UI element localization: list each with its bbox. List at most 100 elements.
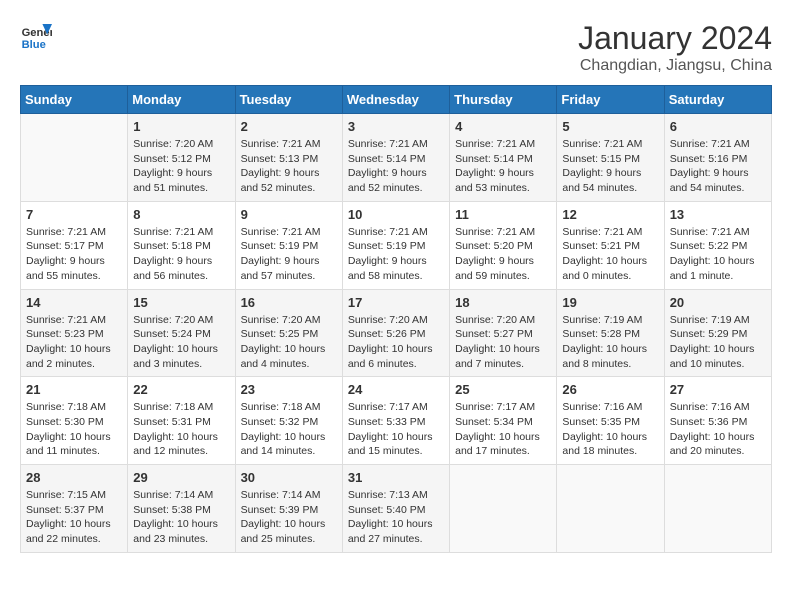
day-info: Sunrise: 7:20 AMSunset: 5:26 PMDaylight:… xyxy=(348,313,444,372)
calendar-week-row: 7 Sunrise: 7:21 AMSunset: 5:17 PMDaylight… xyxy=(21,201,772,289)
day-number: 9 xyxy=(241,207,337,222)
day-info: Sunrise: 7:20 AMSunset: 5:27 PMDaylight:… xyxy=(455,313,551,372)
logo: General Blue xyxy=(20,20,52,52)
day-number: 21 xyxy=(26,382,122,397)
day-info: Sunrise: 7:21 AMSunset: 5:20 PMDaylight:… xyxy=(455,225,551,284)
day-info: Sunrise: 7:17 AMSunset: 5:33 PMDaylight:… xyxy=(348,400,444,459)
calendar-table: SundayMondayTuesdayWednesdayThursdayFrid… xyxy=(20,85,772,553)
day-info: Sunrise: 7:21 AMSunset: 5:19 PMDaylight:… xyxy=(348,225,444,284)
day-number: 20 xyxy=(670,295,766,310)
day-number: 16 xyxy=(241,295,337,310)
weekday-header-cell: Thursday xyxy=(450,86,557,114)
calendar-cell: 1Sunrise: 7:20 AMSunset: 5:12 PMDaylight… xyxy=(128,114,235,202)
calendar-cell: 5 Sunrise: 7:21 AMSunset: 5:15 PMDaylight… xyxy=(557,114,664,202)
weekday-header-cell: Sunday xyxy=(21,86,128,114)
day-info: Sunrise: 7:19 AMSunset: 5:28 PMDaylight:… xyxy=(562,313,658,372)
calendar-cell: 13 Sunrise: 7:21 AMSunset: 5:22 PMDayligh… xyxy=(664,201,771,289)
calendar-cell: 11Sunrise: 7:21 AMSunset: 5:20 PMDayligh… xyxy=(450,201,557,289)
calendar-cell: 30 Sunrise: 7:14 AMSunset: 5:39 PMDayligh… xyxy=(235,465,342,553)
weekday-header-cell: Tuesday xyxy=(235,86,342,114)
calendar-cell: 19 Sunrise: 7:19 AMSunset: 5:28 PMDayligh… xyxy=(557,289,664,377)
svg-text:Blue: Blue xyxy=(22,39,46,51)
weekday-header-row: SundayMondayTuesdayWednesdayThursdayFrid… xyxy=(21,86,772,114)
day-number: 22 xyxy=(133,382,229,397)
calendar-cell: 26 Sunrise: 7:16 AMSunset: 5:35 PMDayligh… xyxy=(557,377,664,465)
day-info: Sunrise: 7:21 AMSunset: 5:13 PMDaylight:… xyxy=(241,137,337,196)
day-number: 26 xyxy=(562,382,658,397)
day-number: 4 xyxy=(455,119,551,134)
day-info: Sunrise: 7:21 AMSunset: 5:14 PMDaylight:… xyxy=(455,137,551,196)
page-header: General Blue January 2024 Changdian, Jia… xyxy=(20,20,772,75)
calendar-cell xyxy=(21,114,128,202)
day-info: Sunrise: 7:16 AMSunset: 5:35 PMDaylight:… xyxy=(562,400,658,459)
calendar-cell xyxy=(664,465,771,553)
day-number: 14 xyxy=(26,295,122,310)
day-number: 3 xyxy=(348,119,444,134)
day-number: 1 xyxy=(133,119,229,134)
day-number: 27 xyxy=(670,382,766,397)
weekday-header-cell: Monday xyxy=(128,86,235,114)
calendar-cell: 28 Sunrise: 7:15 AMSunset: 5:37 PMDayligh… xyxy=(21,465,128,553)
day-info: Sunrise: 7:21 AMSunset: 5:14 PMDaylight:… xyxy=(348,137,444,196)
calendar-cell: 29Sunrise: 7:14 AMSunset: 5:38 PMDayligh… xyxy=(128,465,235,553)
calendar-cell: 8Sunrise: 7:21 AMSunset: 5:18 PMDaylight… xyxy=(128,201,235,289)
day-info: Sunrise: 7:21 AMSunset: 5:21 PMDaylight:… xyxy=(562,225,658,284)
calendar-cell: 7 Sunrise: 7:21 AMSunset: 5:17 PMDaylight… xyxy=(21,201,128,289)
month-title: January 2024 xyxy=(578,20,772,57)
calendar-cell: 10Sunrise: 7:21 AMSunset: 5:19 PMDayligh… xyxy=(342,201,449,289)
calendar-cell: 24 Sunrise: 7:17 AMSunset: 5:33 PMDayligh… xyxy=(342,377,449,465)
calendar-cell: 25 Sunrise: 7:17 AMSunset: 5:34 PMDayligh… xyxy=(450,377,557,465)
calendar-cell: 12 Sunrise: 7:21 AMSunset: 5:21 PMDayligh… xyxy=(557,201,664,289)
calendar-week-row: 1Sunrise: 7:20 AMSunset: 5:12 PMDaylight… xyxy=(21,114,772,202)
day-number: 17 xyxy=(348,295,444,310)
calendar-cell: 15 Sunrise: 7:20 AMSunset: 5:24 PMDayligh… xyxy=(128,289,235,377)
day-number: 7 xyxy=(26,207,122,222)
weekday-header-cell: Wednesday xyxy=(342,86,449,114)
calendar-cell xyxy=(450,465,557,553)
day-number: 23 xyxy=(241,382,337,397)
day-info: Sunrise: 7:13 AMSunset: 5:40 PMDaylight:… xyxy=(348,488,444,547)
day-number: 19 xyxy=(562,295,658,310)
calendar-cell: 4 Sunrise: 7:21 AMSunset: 5:14 PMDaylight… xyxy=(450,114,557,202)
day-number: 5 xyxy=(562,119,658,134)
day-info: Sunrise: 7:21 AMSunset: 5:16 PMDaylight:… xyxy=(670,137,766,196)
calendar-cell: 27 Sunrise: 7:16 AMSunset: 5:36 PMDayligh… xyxy=(664,377,771,465)
calendar-cell: 20 Sunrise: 7:19 AMSunset: 5:29 PMDayligh… xyxy=(664,289,771,377)
calendar-cell: 3 Sunrise: 7:21 AMSunset: 5:14 PMDaylight… xyxy=(342,114,449,202)
day-info: Sunrise: 7:18 AMSunset: 5:32 PMDaylight:… xyxy=(241,400,337,459)
day-info: Sunrise: 7:21 AMSunset: 5:22 PMDaylight:… xyxy=(670,225,766,284)
day-info: Sunrise: 7:14 AMSunset: 5:39 PMDaylight:… xyxy=(241,488,337,547)
day-number: 24 xyxy=(348,382,444,397)
day-number: 28 xyxy=(26,470,122,485)
calendar-cell: 14Sunrise: 7:21 AMSunset: 5:23 PMDayligh… xyxy=(21,289,128,377)
calendar-cell: 22 Sunrise: 7:18 AMSunset: 5:31 PMDayligh… xyxy=(128,377,235,465)
day-info: Sunrise: 7:21 AMSunset: 5:15 PMDaylight:… xyxy=(562,137,658,196)
calendar-cell: 6 Sunrise: 7:21 AMSunset: 5:16 PMDaylight… xyxy=(664,114,771,202)
weekday-header-cell: Saturday xyxy=(664,86,771,114)
day-info: Sunrise: 7:21 AMSunset: 5:17 PMDaylight:… xyxy=(26,225,122,284)
calendar-week-row: 14Sunrise: 7:21 AMSunset: 5:23 PMDayligh… xyxy=(21,289,772,377)
day-info: Sunrise: 7:19 AMSunset: 5:29 PMDaylight:… xyxy=(670,313,766,372)
day-number: 25 xyxy=(455,382,551,397)
calendar-cell: 31Sunrise: 7:13 AMSunset: 5:40 PMDayligh… xyxy=(342,465,449,553)
day-info: Sunrise: 7:14 AMSunset: 5:38 PMDaylight:… xyxy=(133,488,229,547)
logo-icon: General Blue xyxy=(20,20,52,52)
day-info: Sunrise: 7:20 AMSunset: 5:24 PMDaylight:… xyxy=(133,313,229,372)
calendar-cell: 21 Sunrise: 7:18 AMSunset: 5:30 PMDayligh… xyxy=(21,377,128,465)
day-info: Sunrise: 7:16 AMSunset: 5:36 PMDaylight:… xyxy=(670,400,766,459)
day-number: 15 xyxy=(133,295,229,310)
calendar-cell: 16Sunrise: 7:20 AMSunset: 5:25 PMDayligh… xyxy=(235,289,342,377)
day-number: 30 xyxy=(241,470,337,485)
calendar-week-row: 21 Sunrise: 7:18 AMSunset: 5:30 PMDayligh… xyxy=(21,377,772,465)
day-info: Sunrise: 7:18 AMSunset: 5:31 PMDaylight:… xyxy=(133,400,229,459)
day-number: 18 xyxy=(455,295,551,310)
day-number: 12 xyxy=(562,207,658,222)
day-number: 13 xyxy=(670,207,766,222)
day-info: Sunrise: 7:15 AMSunset: 5:37 PMDaylight:… xyxy=(26,488,122,547)
calendar-body: 1Sunrise: 7:20 AMSunset: 5:12 PMDaylight… xyxy=(21,114,772,553)
day-number: 6 xyxy=(670,119,766,134)
day-info: Sunrise: 7:18 AMSunset: 5:30 PMDaylight:… xyxy=(26,400,122,459)
day-info: Sunrise: 7:17 AMSunset: 5:34 PMDaylight:… xyxy=(455,400,551,459)
calendar-cell: 9Sunrise: 7:21 AMSunset: 5:19 PMDaylight… xyxy=(235,201,342,289)
day-number: 2 xyxy=(241,119,337,134)
